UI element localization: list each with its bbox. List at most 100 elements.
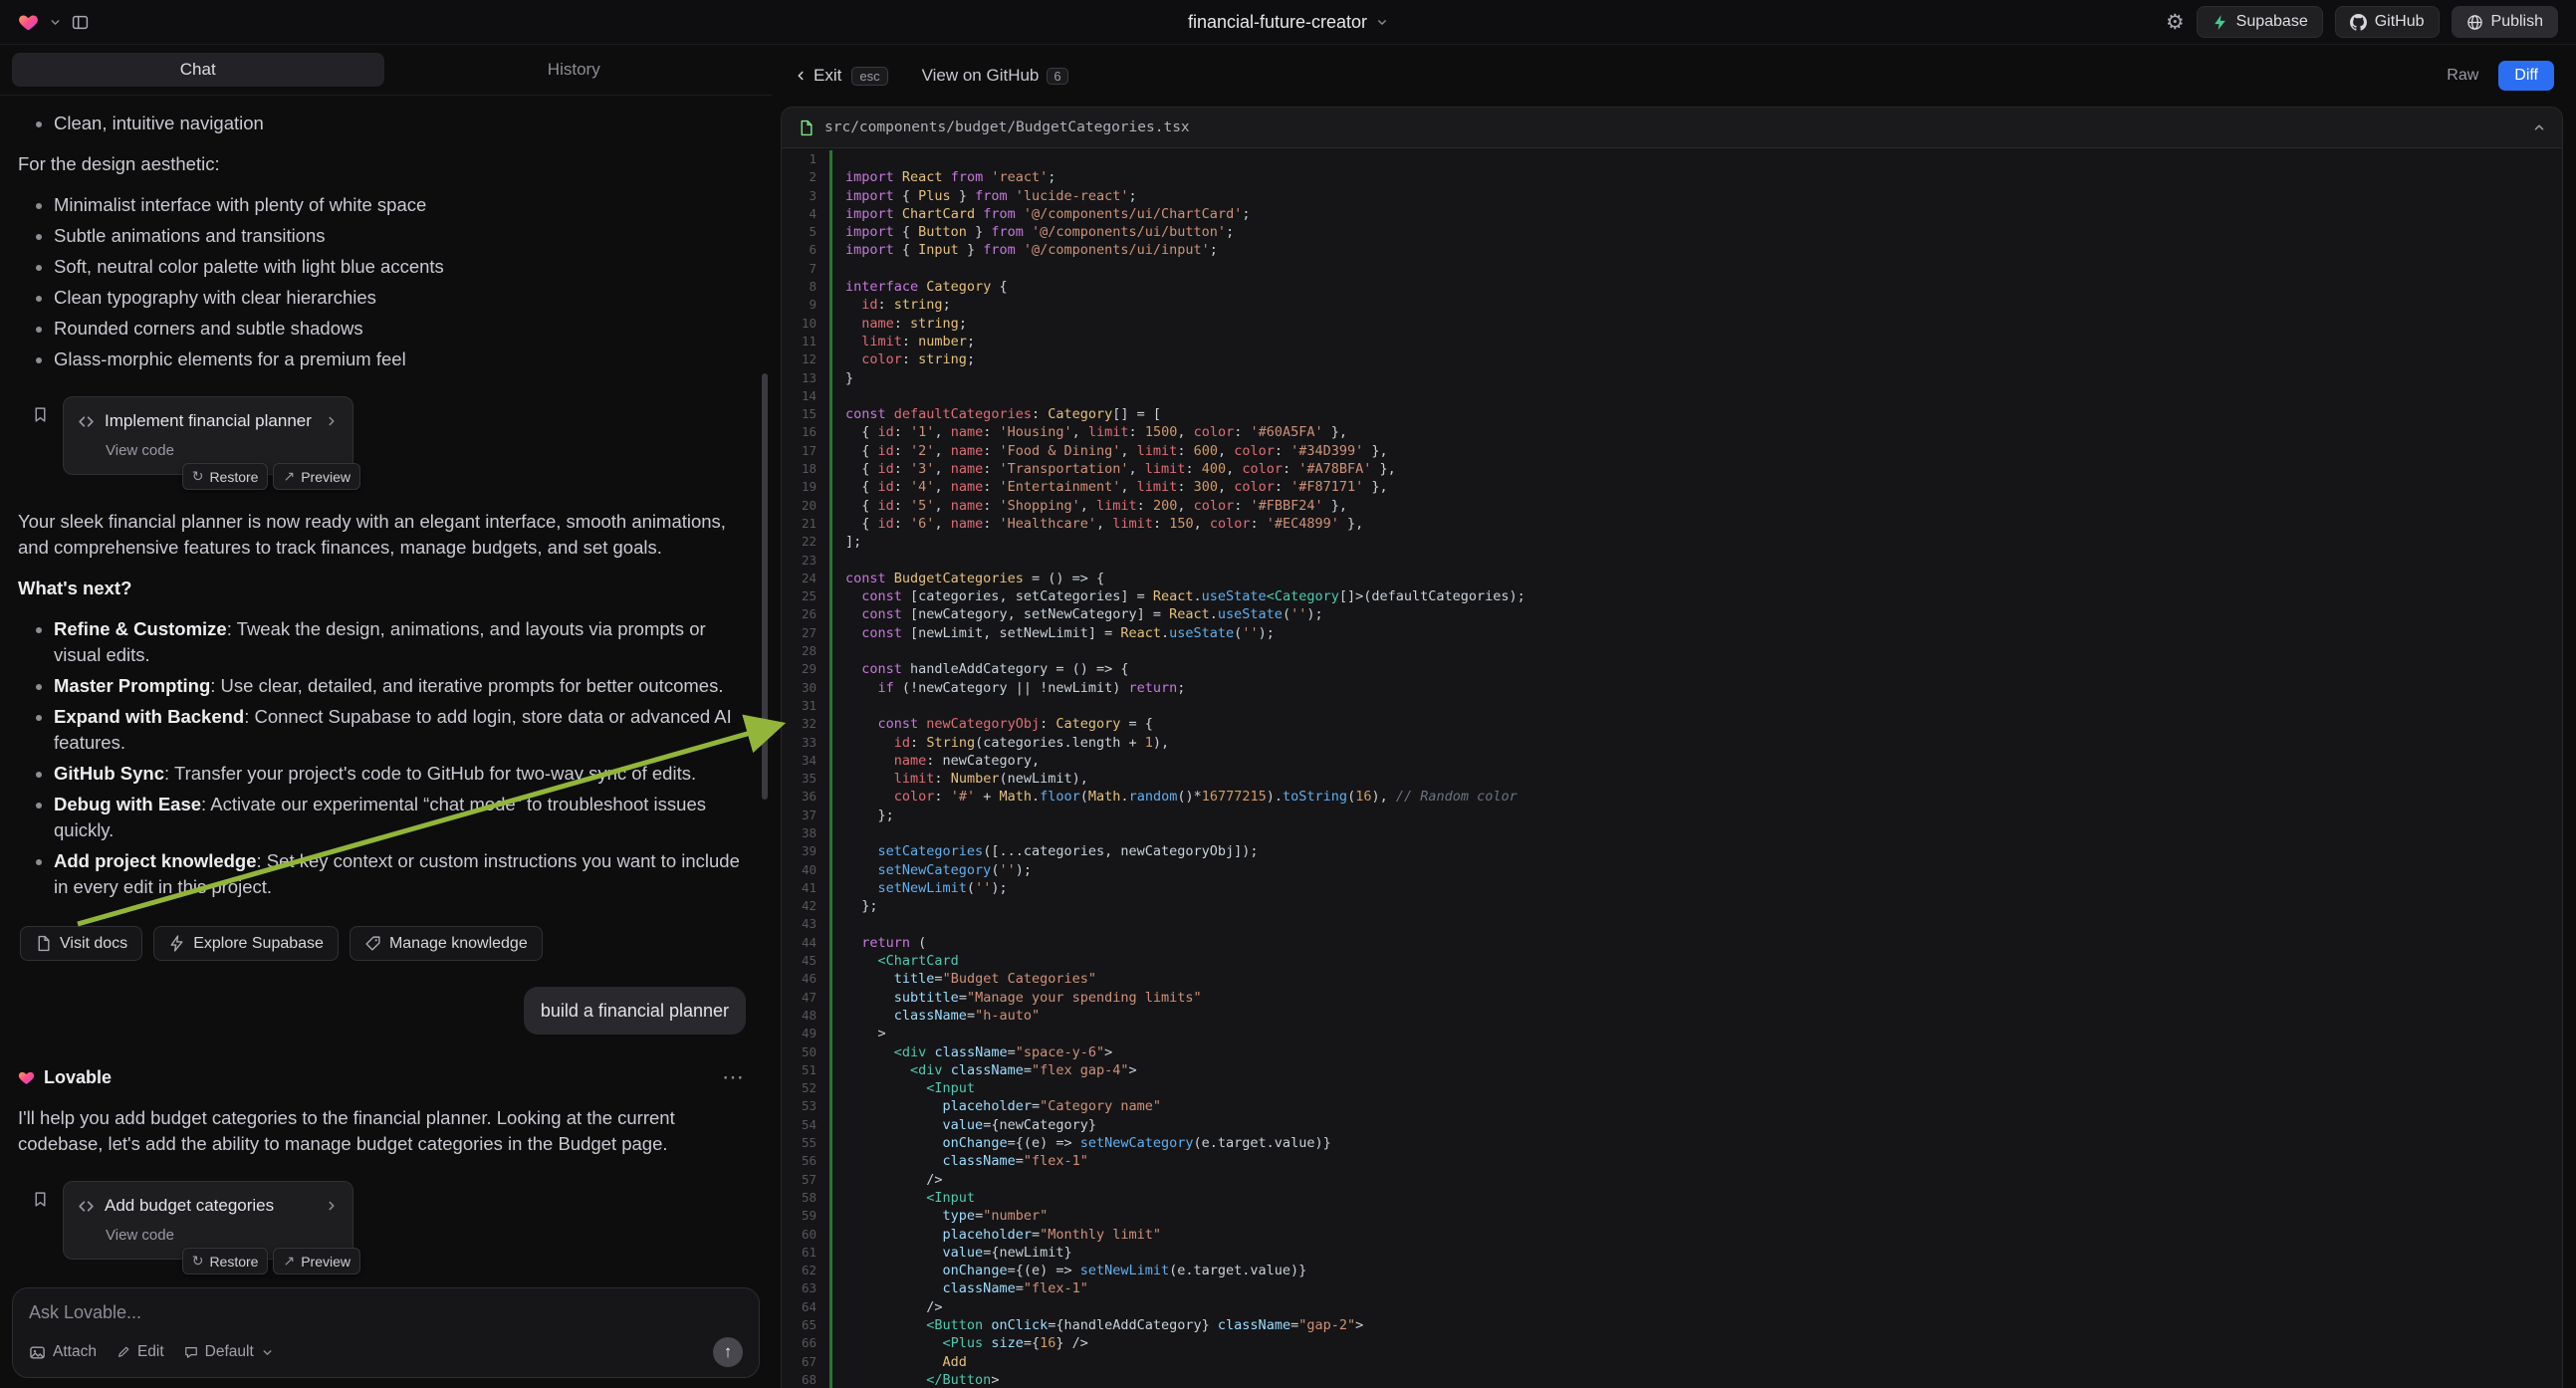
view-code-link[interactable]: View code [106, 1223, 339, 1249]
restore-label: Restore [209, 469, 258, 485]
project-switcher[interactable]: financial-future-creator [1188, 0, 1388, 44]
line-number: 52 [782, 1079, 829, 1097]
line-number: 28 [782, 642, 829, 660]
supabase-bolt-icon [168, 935, 185, 952]
user-message-row: build a financial planner [18, 987, 746, 1035]
line-number: 30 [782, 679, 829, 697]
attach-button[interactable]: Attach [29, 1343, 97, 1361]
code-panel-header: Exit esc View on GitHub 6 Raw Diff [772, 45, 2576, 107]
tag-icon [364, 935, 381, 952]
code-text: > [829, 1025, 2562, 1042]
restore-icon: ↻ [192, 468, 204, 485]
github-button[interactable]: GitHub [2335, 6, 2440, 38]
card-toolbar: ↻Restore ↗Preview [182, 1248, 360, 1274]
code-change-card[interactable]: Implement financial planner View code ↻R… [63, 396, 353, 475]
list-item: Refine & Customize: Tweak the design, an… [54, 616, 746, 668]
tab-history[interactable]: History [388, 53, 761, 87]
line-number: 56 [782, 1152, 829, 1170]
line-number: 50 [782, 1043, 829, 1061]
code-text: Add [829, 1353, 2562, 1371]
code-text: name: string; [829, 315, 2562, 333]
code-text: /> [829, 1298, 2562, 1316]
publish-button[interactable]: Publish [2452, 6, 2558, 38]
line-number: 51 [782, 1061, 829, 1079]
code-text: <Button onClick={handleAddCategory} clas… [829, 1316, 2562, 1334]
code-line: 29 const handleAddCategory = () => { [782, 660, 2562, 678]
code-text [829, 260, 2562, 278]
chevron-right-icon [325, 414, 339, 428]
line-number: 14 [782, 387, 829, 405]
external-link-icon: ↗ [283, 468, 295, 485]
file-header[interactable]: src/components/budget/BudgetCategories.t… [782, 108, 2562, 148]
list-item: Glass-morphic elements for a premium fee… [54, 347, 746, 372]
gear-icon[interactable]: ⚙ [2166, 12, 2185, 33]
code-line: 18 { id: '3', name: 'Transportation', li… [782, 460, 2562, 478]
code-change-card-row: Add budget categories View code ↻Restore… [32, 1181, 746, 1260]
exit-button[interactable]: Exit [794, 66, 841, 86]
code-text: import { Button } from '@/components/ui/… [829, 223, 2562, 241]
line-number: 16 [782, 423, 829, 441]
tab-chat[interactable]: Chat [12, 53, 384, 87]
line-number: 66 [782, 1334, 829, 1352]
code-text: { id: '1', name: 'Housing', limit: 1500,… [829, 423, 2562, 441]
assistant-name: Lovable [44, 1064, 112, 1090]
bookmark-icon[interactable] [32, 1191, 49, 1208]
code-text: onChange={(e) => setNewLimit(e.target.va… [829, 1262, 2562, 1279]
explore-supabase-button[interactable]: Explore Supabase [153, 926, 339, 961]
code-text: import ChartCard from '@/components/ui/C… [829, 205, 2562, 223]
code-line: 31 [782, 697, 2562, 715]
supabase-button[interactable]: Supabase [2197, 6, 2323, 38]
line-number: 42 [782, 897, 829, 915]
code-text: <Plus size={16} /> [829, 1334, 2562, 1352]
chat-scroll-area[interactable]: Clean, intuitive navigation For the desi… [0, 96, 772, 1279]
code-text: { id: '2', name: 'Food & Dining', limit:… [829, 442, 2562, 460]
code-text: type="number" [829, 1207, 2562, 1225]
mode-selector[interactable]: Default [184, 1343, 274, 1361]
preview-button[interactable]: ↗Preview [273, 1248, 360, 1274]
code-line: 45 <ChartCard [782, 952, 2562, 970]
chevron-down-icon[interactable] [49, 16, 62, 29]
chevron-up-icon[interactable] [2532, 120, 2546, 134]
code-change-card[interactable]: Add budget categories View code ↻Restore… [63, 1181, 353, 1260]
code-line: 40 setNewCategory(''); [782, 861, 2562, 879]
code-line: 10 name: string; [782, 315, 2562, 333]
exit-label: Exit [814, 66, 841, 86]
more-options-icon[interactable]: ⋯ [722, 1064, 746, 1090]
code-line: 34 name: newCategory, [782, 752, 2562, 770]
chat-mode-icon [184, 1345, 198, 1359]
line-number: 29 [782, 660, 829, 678]
visit-docs-button[interactable]: Visit docs [20, 926, 142, 961]
lovable-heart-logo-icon[interactable] [18, 12, 39, 33]
manage-knowledge-button[interactable]: Manage knowledge [350, 926, 543, 961]
restore-button[interactable]: ↻Restore [182, 1248, 269, 1274]
edit-button[interactable]: Edit [117, 1343, 164, 1361]
line-number: 37 [782, 807, 829, 824]
send-button[interactable]: ↑ [713, 1337, 743, 1367]
sidebar-toggle-icon[interactable] [72, 14, 89, 31]
main-layout: Chat History Clean, intuitive navigation… [0, 45, 2576, 1388]
line-number: 63 [782, 1279, 829, 1297]
preview-label: Preview [301, 469, 351, 485]
line-number: 19 [782, 478, 829, 496]
restore-button[interactable]: ↻ Restore [182, 463, 269, 490]
code-lines[interactable]: 1 2import React from 'react';3import { P… [782, 148, 2562, 1388]
view-on-github-link[interactable]: View on GitHub 6 [922, 66, 1068, 86]
line-number: 35 [782, 770, 829, 788]
github-icon [2350, 14, 2367, 31]
bookmark-icon[interactable] [32, 406, 49, 423]
code-text: import { Plus } from 'lucide-react'; [829, 187, 2562, 205]
view-code-link[interactable]: View code [106, 438, 339, 464]
preview-button[interactable]: ↗ Preview [273, 463, 360, 490]
code-line: 55 onChange={(e) => setNewCategory(e.tar… [782, 1134, 2562, 1152]
line-number: 41 [782, 879, 829, 897]
code-text: placeholder="Monthly limit" [829, 1226, 2562, 1244]
line-number: 24 [782, 570, 829, 587]
code-text: const newCategoryObj: Category = { [829, 715, 2562, 733]
line-number: 1 [782, 150, 829, 168]
chat-input[interactable] [29, 1302, 743, 1323]
github-label: GitHub [2375, 13, 2425, 31]
raw-button[interactable]: Raw [2437, 61, 2488, 91]
chat-scrollbar[interactable] [762, 373, 768, 800]
diff-button[interactable]: Diff [2498, 61, 2554, 91]
lovable-app: financial-future-creator ⚙ Supabase GitH… [0, 0, 2576, 1388]
